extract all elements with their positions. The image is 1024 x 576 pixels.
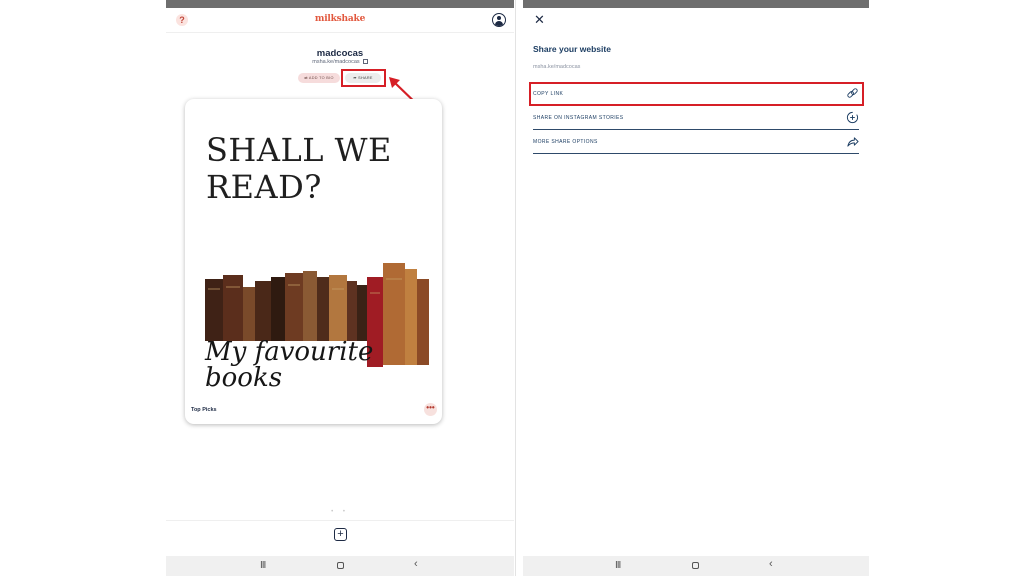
- recents-icon[interactable]: III: [615, 560, 621, 571]
- brand-logo: milkshake: [314, 14, 366, 24]
- card-heading-line2: READ?: [206, 168, 322, 206]
- add-block-button[interactable]: +: [334, 528, 347, 541]
- close-icon[interactable]: ✕: [534, 13, 545, 26]
- profile-url[interactable]: msha.ke/madcocas: [166, 59, 514, 65]
- card-title: Top Picks: [191, 407, 217, 413]
- card-script-line2: books: [205, 363, 283, 393]
- card-script-line1: My favourite: [205, 337, 374, 367]
- instagram-add-icon: [846, 111, 859, 124]
- status-bar: [166, 0, 514, 8]
- add-to-bio-button[interactable]: ⇄ ADD TO BIO: [298, 73, 340, 83]
- app-bar: ? milkshake: [166, 8, 514, 33]
- panel-divider: [515, 0, 516, 576]
- home-icon[interactable]: [337, 562, 344, 569]
- profile-url-text: msha.ke/madcocas: [312, 59, 360, 65]
- profile-screen: ? milkshake madcocas msha.ke/madcocas ⇄ …: [166, 0, 514, 576]
- card-heading-line1: SHALL WE: [206, 131, 392, 169]
- back-icon[interactable]: ‹: [769, 558, 773, 570]
- divider: [166, 520, 514, 521]
- share-url: msha.ke/madcocas: [533, 64, 581, 70]
- share-sheet-title: Share your website: [533, 44, 611, 54]
- share-arrow-icon: [847, 137, 859, 147]
- system-nav-bar: III ‹: [523, 556, 869, 576]
- book-card[interactable]: SHALL WE READ? My favourite books Top Pi…: [185, 99, 442, 424]
- share-sheet-screen: ✕ Share your website msha.ke/madcocas CO…: [523, 0, 869, 576]
- account-icon[interactable]: [492, 13, 506, 27]
- system-nav-bar: III ‹: [166, 556, 514, 576]
- copy-link-highlight-box: [529, 82, 864, 106]
- home-icon[interactable]: [692, 562, 699, 569]
- add-to-bio-label: ADD TO BIO: [308, 76, 334, 80]
- more-share-options-option[interactable]: MORE SHARE OPTIONS: [533, 131, 859, 154]
- external-link-icon[interactable]: [362, 59, 368, 65]
- card-heading: SHALL WE READ?: [206, 132, 392, 206]
- instagram-stories-option[interactable]: SHARE ON INSTAGRAM STORIES: [533, 107, 859, 130]
- more-share-options-label: MORE SHARE OPTIONS: [533, 139, 598, 145]
- status-bar: [523, 0, 869, 8]
- share-highlight-box: [341, 69, 386, 87]
- profile-username: madcocas: [316, 48, 364, 59]
- card-script-text: My favourite books: [205, 339, 373, 391]
- recents-icon[interactable]: III: [260, 560, 266, 571]
- more-options-icon[interactable]: •••: [424, 403, 437, 416]
- back-icon[interactable]: ‹: [414, 558, 418, 570]
- instagram-stories-label: SHARE ON INSTAGRAM STORIES: [533, 115, 624, 121]
- page-indicator: • •: [331, 509, 349, 515]
